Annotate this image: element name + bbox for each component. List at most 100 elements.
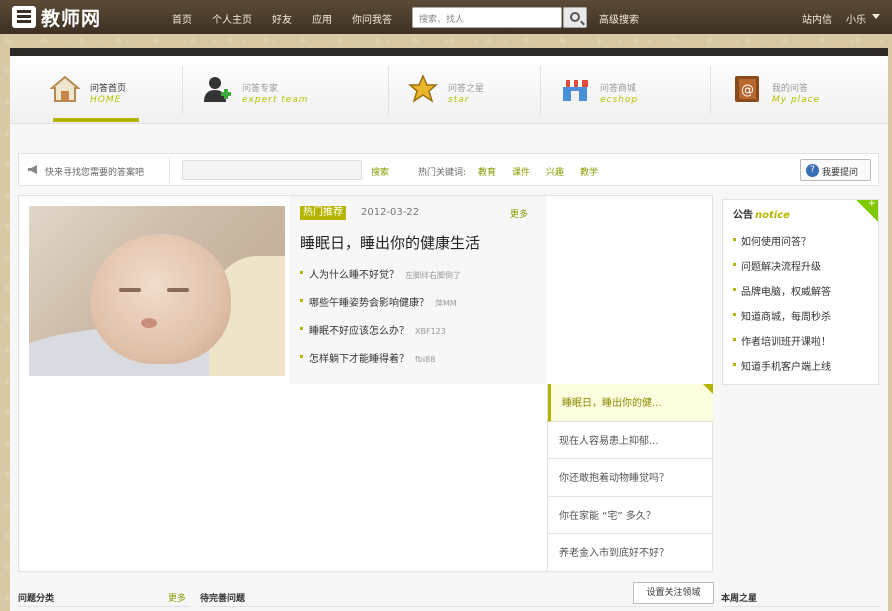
tab-star[interactable]: 问答之星 star: [388, 56, 540, 124]
top-search-button[interactable]: [563, 7, 587, 28]
divider: [169, 157, 170, 183]
svg-text:@: @: [741, 83, 754, 98]
divider: [200, 606, 714, 607]
tab-shop[interactable]: 问答商城 ecshop: [540, 56, 710, 124]
notice-title: 公告 notice: [733, 206, 790, 221]
qa-search-bar: 快来寻找您需要的答案吧 搜索 热门关键词: 教育 课件 兴趣 教学 ? 我要提问: [18, 153, 879, 186]
set-follow-button[interactable]: 设置关注领域: [633, 582, 714, 604]
notice-item[interactable]: 作者培训班开课啦！: [733, 333, 831, 358]
image-eye: [167, 288, 189, 292]
featured-section: 热门推荐 2012-03-22 更多 睡眠日，睡出你的健康生活 人为什么睡不好觉…: [18, 195, 713, 572]
notice-item[interactable]: 知道商城，每周秒杀: [733, 308, 831, 333]
advanced-search-link[interactable]: 高级搜索: [599, 11, 639, 26]
question-author[interactable]: 左脚绊右脚倒了: [405, 271, 461, 280]
header-divider: [10, 48, 888, 56]
tab-home-title: 问答首页: [90, 84, 127, 94]
messages-link[interactable]: 站内信: [802, 11, 832, 26]
question-text[interactable]: 哪些午睡姿势会影响健康？: [309, 298, 429, 309]
tab-home-sub: HOME: [90, 95, 122, 105]
featured-image[interactable]: [29, 206, 285, 376]
featured-content: 热门推荐 2012-03-22 更多 睡眠日，睡出你的健康生活 人为什么睡不好觉…: [289, 196, 547, 384]
tab-expert-title: 问答专家: [242, 84, 279, 94]
featured-more-link[interactable]: 更多: [510, 207, 528, 220]
tab-shop-sub: ecshop: [600, 95, 639, 105]
ask-question-label: 我要提问: [822, 168, 859, 178]
nav-apps[interactable]: 应用: [312, 11, 332, 26]
tab-my-place-title: 我的问答: [772, 84, 809, 94]
nav-qa[interactable]: 你问我答: [352, 11, 392, 26]
my-place-icon: @: [735, 76, 759, 102]
search-icon: [570, 12, 580, 22]
question-author[interactable]: XBF123: [415, 327, 446, 336]
chevron-down-icon[interactable]: [872, 14, 880, 19]
categories-heading: 问题分类: [18, 594, 55, 604]
tab-home[interactable]: 问答首页 HOME: [10, 56, 182, 124]
shop-icon: [562, 80, 588, 101]
bottom-section-headers: 问题分类 更多 待完善问题 设置关注领域 本周之星: [18, 576, 879, 611]
image-mouth: [141, 318, 157, 328]
qa-search-button[interactable]: 搜索: [371, 165, 389, 178]
list-item[interactable]: 哪些午睡姿势会影响健康？ 萍MM: [300, 294, 461, 322]
logo-book-icon: [12, 6, 36, 28]
tab-star-sub: star: [448, 95, 470, 105]
expert-icon: [204, 77, 231, 102]
featured-title[interactable]: 睡眠日，睡出你的健康生活: [300, 232, 480, 253]
qa-tabs: 问答首页 HOME 问答专家 expert team 问答之星 star 问答商…: [10, 56, 888, 124]
featured-topic-list: 睡眠日，睡出你的健... 现在人容易患上抑郁... 你还敢抱着动物睡觉吗？ 你在…: [547, 384, 713, 572]
question-text[interactable]: 睡眠不好应该怎么办？: [309, 326, 409, 337]
notice-title-en: notice: [755, 210, 790, 221]
ask-question-button[interactable]: ? 我要提问: [800, 159, 871, 181]
nav-friends[interactable]: 好友: [272, 11, 292, 26]
list-item[interactable]: 人为什么睡不好觉？ 左脚绊右脚倒了: [300, 266, 461, 294]
tab-expert-sub: expert team: [242, 95, 309, 105]
megaphone-icon: [28, 165, 37, 174]
topic-item[interactable]: 养老金入市到底好不好？: [548, 534, 713, 572]
notice-item[interactable]: 知道手机客户端上线: [733, 358, 831, 383]
tab-shop-title: 问答商城: [600, 84, 637, 94]
question-icon: ?: [806, 164, 819, 177]
topic-item[interactable]: 你还敢抱着动物睡觉吗？: [548, 459, 713, 497]
question-author[interactable]: 萍MM: [435, 299, 457, 308]
keyword-link[interactable]: 兴趣: [546, 165, 564, 178]
plus-icon[interactable]: [856, 198, 878, 222]
featured-badge: 热门推荐: [300, 206, 346, 220]
top-search-input[interactable]: 搜索、找人: [412, 7, 562, 28]
keyword-link[interactable]: 教育: [478, 165, 496, 178]
tab-my-place[interactable]: @ 我的问答 My place: [710, 56, 888, 124]
notice-item[interactable]: 品牌电脑，权威解答: [733, 283, 831, 308]
nav-profile[interactable]: 个人主页: [212, 11, 252, 26]
topic-item-active[interactable]: 睡眠日，睡出你的健...: [548, 384, 713, 422]
categories-more-link[interactable]: 更多: [168, 591, 186, 604]
search-prompt: 快来寻找您需要的答案吧: [45, 168, 145, 178]
nav-home[interactable]: 首页: [172, 11, 192, 26]
featured-question-list: 人为什么睡不好觉？ 左脚绊右脚倒了 哪些午睡姿势会影响健康？ 萍MM 睡眠不好应该怎…: [300, 266, 461, 378]
tab-star-title: 问答之星: [448, 84, 485, 94]
question-author[interactable]: fbi88: [415, 355, 435, 364]
notice-list: 如何使用问答？ 问题解决流程升级 品牌电脑，权威解答 知道商城，每周秒杀 作者培…: [733, 233, 831, 383]
topic-item[interactable]: 你在家能 “宅” 多久？: [548, 497, 713, 535]
question-text[interactable]: 人为什么睡不好觉？: [309, 270, 399, 281]
site-logo[interactable]: 教师网: [12, 6, 102, 30]
pending-questions-heading: 待完善问题: [200, 594, 246, 604]
list-item[interactable]: 怎样躺下才能睡得着？ fbi88: [300, 350, 461, 378]
keyword-link[interactable]: 教学: [580, 165, 598, 178]
topic-item[interactable]: 现在人容易患上抑郁...: [548, 422, 713, 460]
logo-text: 教师网: [41, 7, 102, 30]
notice-item[interactable]: 如何使用问答？: [733, 233, 831, 258]
qa-search-input[interactable]: [182, 160, 362, 180]
weekly-star-heading: 本周之星: [721, 594, 758, 604]
divider: [721, 606, 879, 607]
question-text[interactable]: 怎样躺下才能睡得着？: [309, 354, 409, 365]
top-bar: 教师网 首页 个人主页 好友 应用 你问我答 搜索、找人 高级搜索 站内信 小乐: [0, 0, 892, 34]
list-item[interactable]: 睡眠不好应该怎么办？ XBF123: [300, 322, 461, 350]
notice-title-cn: 公告: [733, 210, 753, 221]
star-icon: [408, 74, 438, 103]
user-menu[interactable]: 小乐: [846, 11, 866, 26]
image-face: [91, 234, 231, 364]
main-panel: 问答首页 HOME 问答专家 expert team 问答之星 star 问答商…: [10, 56, 888, 611]
tab-expert[interactable]: 问答专家 expert team: [182, 56, 388, 124]
featured-date: 2012-03-22: [361, 207, 420, 218]
divider: [18, 606, 190, 607]
keyword-link[interactable]: 课件: [512, 165, 530, 178]
notice-item[interactable]: 问题解决流程升级: [733, 258, 831, 283]
